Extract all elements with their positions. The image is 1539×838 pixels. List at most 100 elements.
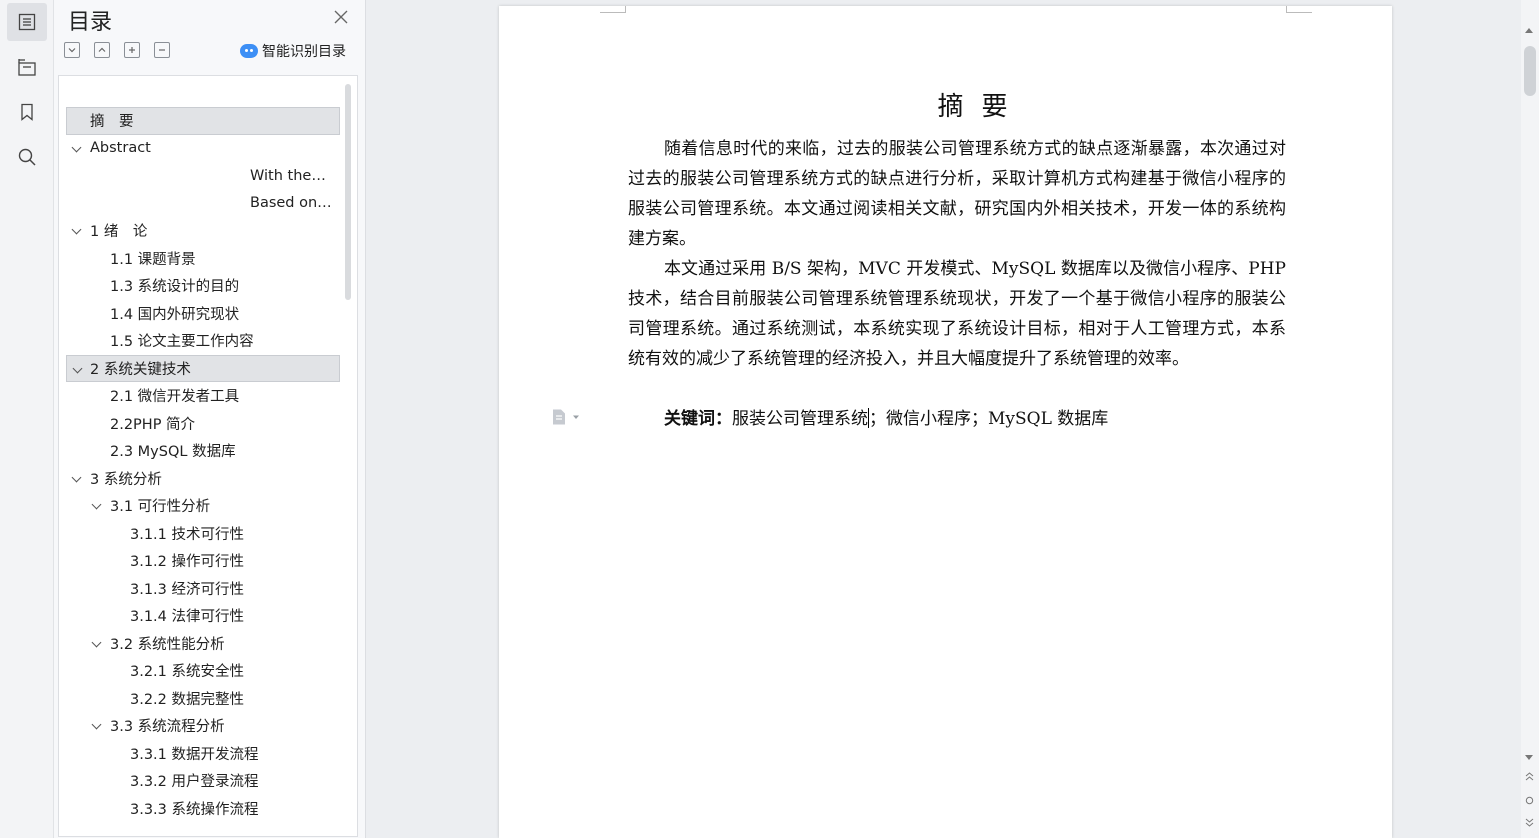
toc-item[interactable]: 3.1.3 经济可行性 <box>66 575 340 603</box>
chevron-down-icon[interactable] <box>92 721 102 731</box>
search-icon <box>18 148 36 166</box>
toc-item-label: 3.1.3 经济可行性 <box>130 581 245 598</box>
toc-item[interactable]: 3 系统分析 <box>66 465 340 493</box>
add-level-button[interactable] <box>124 42 140 58</box>
bookmark-panel-button[interactable] <box>7 93 47 131</box>
chevron-down-icon[interactable] <box>73 365 83 375</box>
toc-item[interactable]: 1 绪 论 <box>66 217 340 245</box>
toc-item-label: 3.3.2 用户登录流程 <box>130 774 259 791</box>
toc-item[interactable]: Abstract <box>66 135 340 163</box>
scrollbar-thumb[interactable] <box>1524 46 1536 96</box>
scroll-down-icon[interactable] <box>1525 755 1533 760</box>
smart-toc-button[interactable]: 智能识别目录 <box>240 41 346 61</box>
toc-item-label: Based on… <box>250 195 332 212</box>
toc-item[interactable]: 3.2 系统性能分析 <box>66 630 340 658</box>
chevron-down-icon[interactable] <box>72 474 82 484</box>
keywords-label: 关键词： <box>664 409 732 429</box>
abstract-heading: 摘要 <box>937 92 1026 122</box>
expand-all-icon <box>98 47 106 52</box>
toc-item-label: 3.1.1 技术可行性 <box>130 526 245 543</box>
document-page[interactable]: 摘要 随着信息时代的来临，过去的服装公司管理系统方式的缺点逐渐暴露，本次通过对过… <box>499 6 1392 838</box>
plus-icon <box>129 47 135 53</box>
document-area: 摘要 随着信息时代的来临，过去的服装公司管理系统方式的缺点逐渐暴露，本次通过对过… <box>366 0 1521 838</box>
bookmark-icon <box>21 103 33 121</box>
toc-item-label: 1.4 国内外研究现状 <box>110 306 240 323</box>
toc-item-label: 2.2PHP 简介 <box>110 416 196 433</box>
toc-list: 摘 要 Abstract With the… Based on… 1 绪 论 1.1 课题… <box>66 107 340 822</box>
toc-item-label: 摘 要 <box>90 114 134 131</box>
side-rail <box>0 0 54 838</box>
document-float-button[interactable] <box>550 408 580 426</box>
keywords-line: 关键词：服装公司管理系统；微信小程序；MySQL 数据库 <box>664 404 1108 429</box>
toc-item[interactable]: Based on… <box>66 190 340 218</box>
toc-item[interactable]: 1.5 论文主要工作内容 <box>66 327 340 355</box>
page-corner-mark <box>600 6 626 13</box>
toc-item-label: 1.1 课题背景 <box>110 251 196 268</box>
document-scrollbar[interactable] <box>1521 0 1539 838</box>
toc-item[interactable]: 3.1.2 操作可行性 <box>66 547 340 575</box>
toc-item-label: 3.2 系统性能分析 <box>110 636 225 653</box>
toc-item[interactable]: 2.2PHP 简介 <box>66 410 340 438</box>
smart-toc-label: 智能识别目录 <box>262 44 346 60</box>
toc-panel-button[interactable] <box>7 3 47 41</box>
toc-item[interactable]: 2 系统关键技术 <box>66 354 340 382</box>
page-corner-mark <box>1286 6 1312 13</box>
toc-item-label: Abstract <box>90 140 151 157</box>
close-icon <box>334 10 348 24</box>
chevron-down-icon[interactable] <box>92 501 102 511</box>
toc-toolbar <box>64 42 170 58</box>
toc-item[interactable]: 3.3.2 用户登录流程 <box>66 767 340 795</box>
toc-item-label: 3.3.3 系统操作流程 <box>130 801 259 818</box>
toc-title: 目录 <box>68 10 113 35</box>
remove-level-button[interactable] <box>154 42 170 58</box>
close-toc-button[interactable] <box>332 8 350 26</box>
chevron-down-icon[interactable] <box>92 639 102 649</box>
toc-item-label: 2.1 微信开发者工具 <box>110 389 240 406</box>
toc-item[interactable]: With the… <box>66 162 340 190</box>
next-page-icon[interactable] <box>1525 818 1534 827</box>
scroll-up-icon[interactable] <box>1525 28 1533 33</box>
toc-item[interactable]: 3.3.1 数据开发流程 <box>66 740 340 768</box>
chevron-down-icon[interactable] <box>72 226 82 236</box>
toc-item[interactable]: 3.3 系统流程分析 <box>66 712 340 740</box>
toc-item[interactable]: 3.1.4 法律可行性 <box>66 602 340 630</box>
abstract-paragraph: 本文通过采用 B/S 架构，MVC 开发模式、MySQL 数据库以及微信小程序、… <box>628 259 1286 369</box>
toc-item-label: 3.3 系统流程分析 <box>110 719 225 736</box>
toc-item[interactable]: 1.1 课题背景 <box>66 245 340 273</box>
keywords-text-start: 服装公司管理系统 <box>732 409 868 429</box>
minus-icon <box>159 49 165 51</box>
toc-item[interactable]: 3.2.1 系统安全性 <box>66 657 340 685</box>
toc-item-label: 3.1.2 操作可行性 <box>130 554 245 571</box>
abstract-paragraph: 随着信息时代的来临，过去的服装公司管理系统方式的缺点逐渐暴露，本次通过对过去的服… <box>628 139 1286 249</box>
collapse-all-button[interactable] <box>64 42 80 58</box>
toc-item-label: 3 系统分析 <box>90 471 162 488</box>
toc-item[interactable]: 3.2.2 数据完整性 <box>66 685 340 713</box>
toc-item-label: 3.1 可行性分析 <box>110 499 211 516</box>
toc-icon <box>18 13 36 31</box>
toc-item[interactable]: 摘 要 <box>66 107 340 135</box>
toc-item[interactable]: 3.1.1 技术可行性 <box>66 520 340 548</box>
toc-item[interactable]: 3.3.3 系统操作流程 <box>66 795 340 823</box>
toc-panel: 目录 智能识别目录 摘 要 Abstract With the… Based on… 1… <box>54 0 366 838</box>
toc-item-label: 3.2.2 数据完整性 <box>130 691 245 708</box>
chevron-down-icon <box>573 415 579 419</box>
toc-item[interactable]: 2.3 MySQL 数据库 <box>66 437 340 465</box>
toc-item-label: With the… <box>250 167 326 184</box>
toc-scrollbar[interactable] <box>345 84 351 300</box>
expand-all-button[interactable] <box>94 42 110 58</box>
toc-item[interactable]: 3.1 可行性分析 <box>66 492 340 520</box>
chevron-down-icon[interactable] <box>72 144 82 154</box>
toc-item-label: 2 系统关键技术 <box>90 361 191 378</box>
search-panel-button[interactable] <box>7 138 47 176</box>
keywords-text-end: ；微信小程序；MySQL 数据库 <box>869 409 1109 429</box>
toc-item[interactable]: 1.3 系统设计的目的 <box>66 272 340 300</box>
toc-item-label: 3.2.1 系统安全性 <box>130 664 245 681</box>
toc-item[interactable]: 1.4 国内外研究现状 <box>66 300 340 328</box>
navigation-icon <box>18 59 36 76</box>
document-float-icon <box>553 409 565 425</box>
navigation-panel-button[interactable] <box>7 48 47 86</box>
toc-item-label: 1.3 系统设计的目的 <box>110 279 240 296</box>
select-browse-object-icon[interactable] <box>1525 796 1534 805</box>
previous-page-icon[interactable] <box>1525 772 1534 781</box>
toc-item[interactable]: 2.1 微信开发者工具 <box>66 382 340 410</box>
